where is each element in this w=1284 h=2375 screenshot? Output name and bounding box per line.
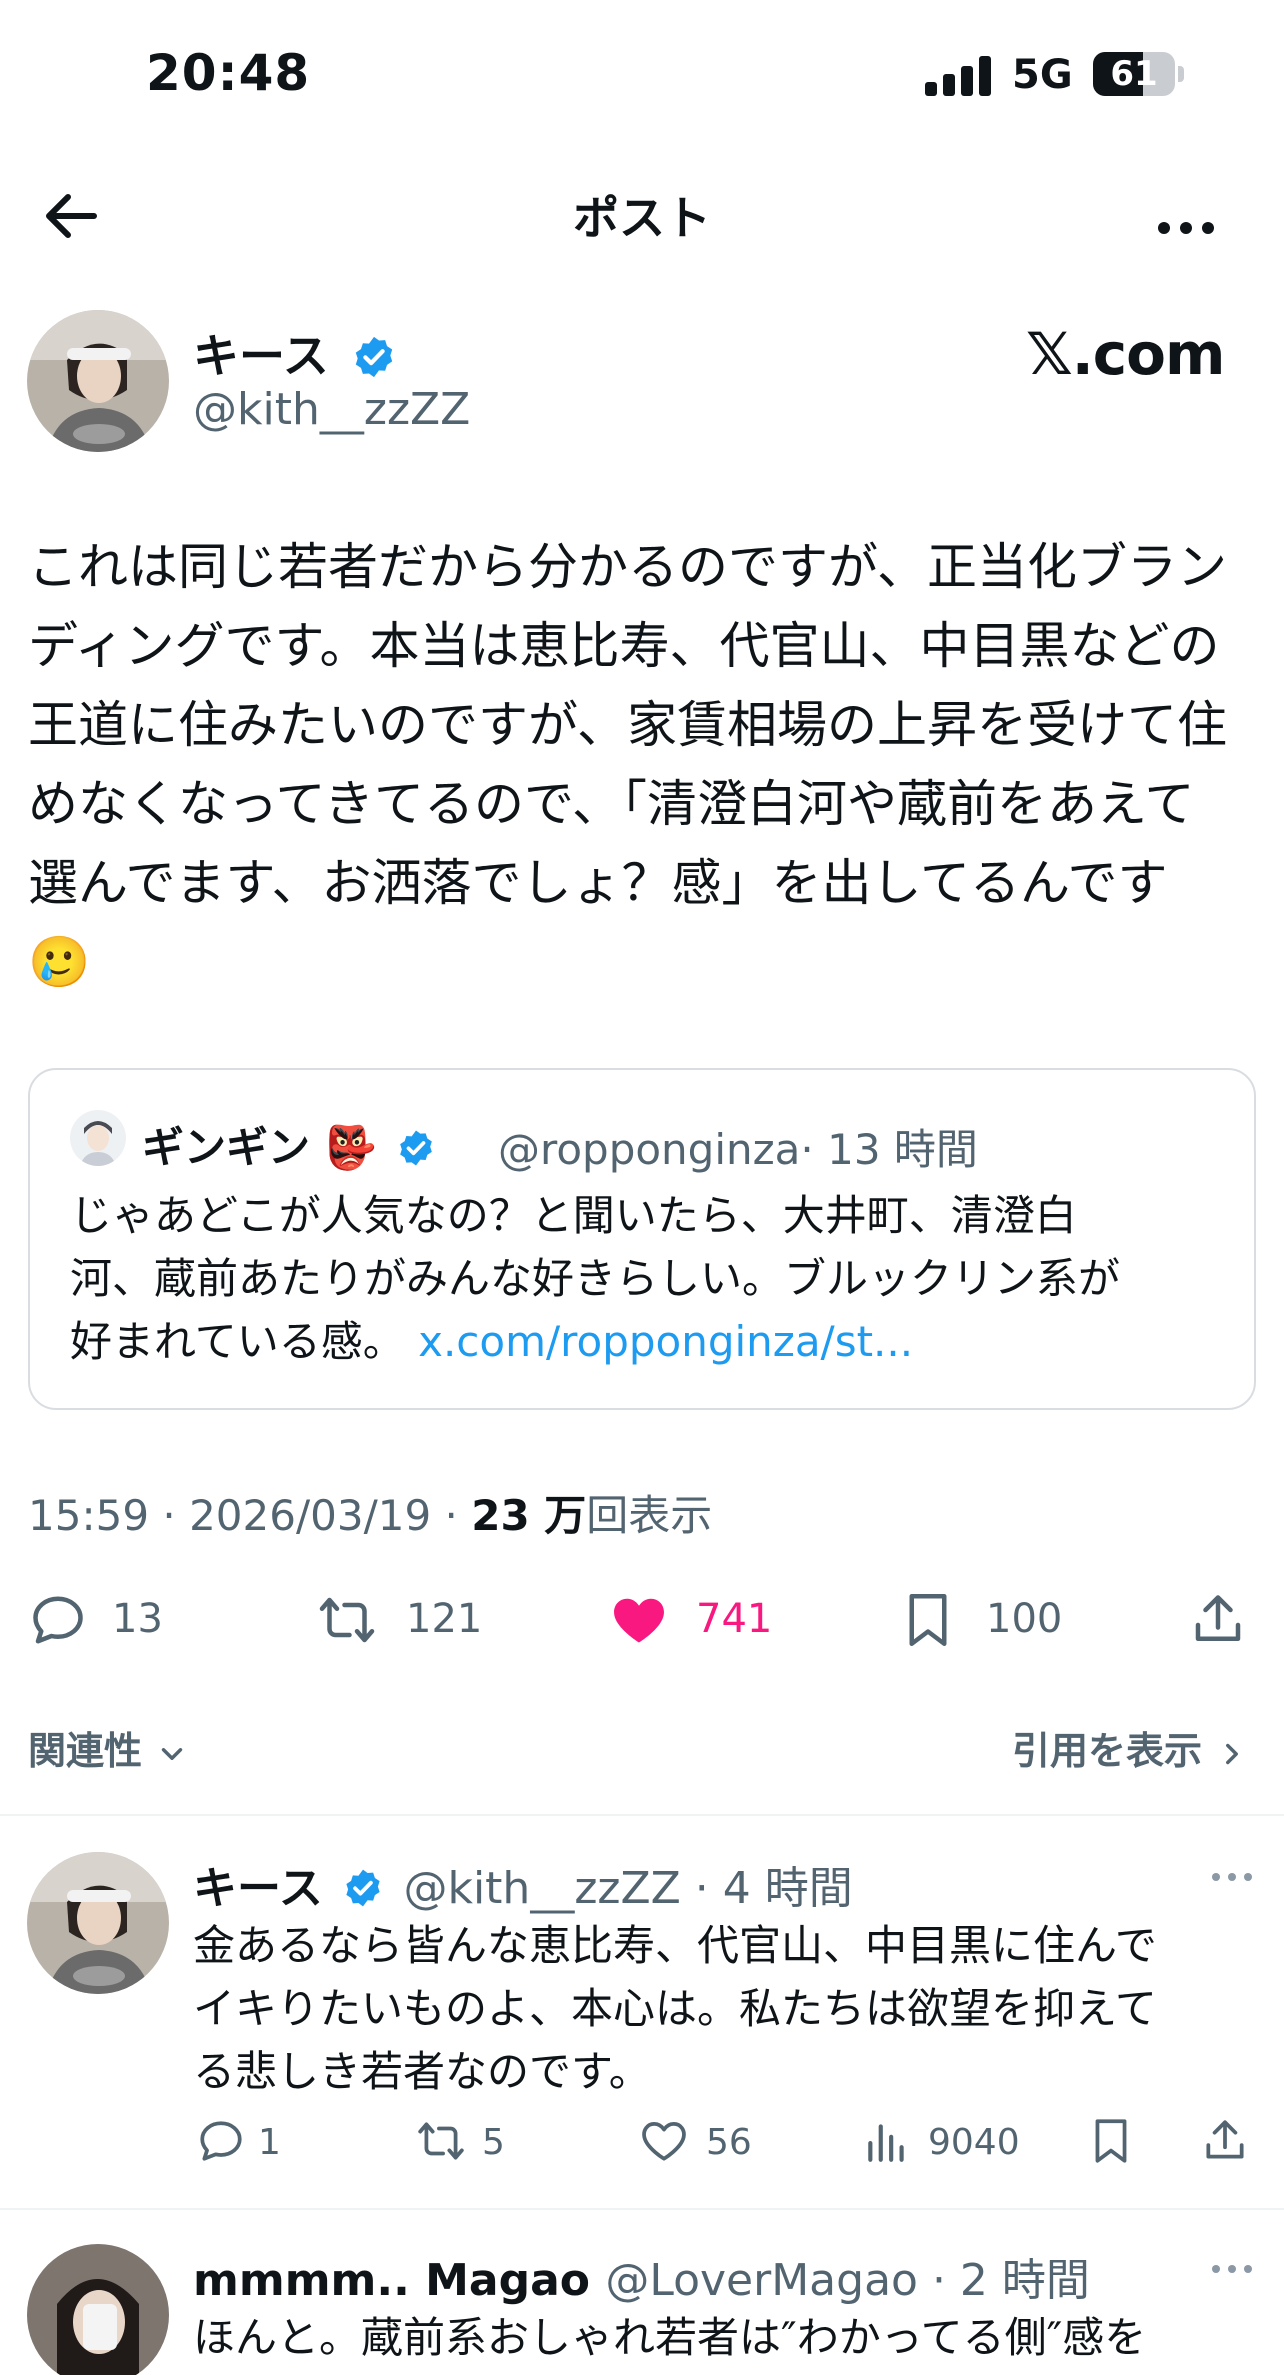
quote-author-name: ギンギン 👺 — [142, 1114, 436, 1175]
quote-handle-time: @ropponginza· 13 時間 — [498, 1125, 978, 1174]
reply-reply-button[interactable]: 1 — [196, 2116, 281, 2176]
author-avatar[interactable] — [27, 310, 169, 452]
battery-level: 61 — [1110, 54, 1158, 94]
post-meta: 15:59 · 2026/03/19 · 23 万回表示 — [28, 1491, 713, 1540]
sort-dropdown[interactable]: 関連性 — [28, 1720, 189, 1775]
reply-icon — [33, 1596, 83, 1644]
signal-icon — [925, 56, 993, 96]
network-label: 5G — [1012, 52, 1073, 98]
more-icon[interactable] — [1208, 1862, 1256, 1892]
author-handle[interactable]: @kith__zzZZ — [193, 384, 470, 435]
repost-icon — [319, 1597, 375, 1643]
post-actions: 13 121 741 100 — [0, 1580, 1284, 1660]
reply-views-button[interactable]: 9040 — [862, 2116, 1020, 2176]
reply-avatar[interactable] — [27, 1852, 169, 1994]
top-nav: ポスト — [0, 160, 1284, 260]
reply-bookmark-button[interactable] — [1086, 2116, 1136, 2176]
quoted-post[interactable]: ギンギン 👺 @ropponginza· 13 時間 じゃあどこが人気なの？と聞… — [28, 1068, 1256, 1410]
reply-text: 金あるなら皆んな恵比寿、代官山、中目黒に住んで イキりたいものよ、本心は。私たち… — [193, 1921, 1157, 2096]
x-com-logo: 𝕏.com — [1026, 320, 1225, 388]
status-time: 20:48 — [146, 44, 311, 102]
views-icon — [868, 2124, 904, 2162]
more-icon[interactable] — [1208, 2254, 1256, 2284]
reply-like-button[interactable]: 56 — [638, 2116, 752, 2176]
reply-repost-button[interactable]: 5 — [414, 2116, 505, 2176]
share-icon — [1195, 1595, 1241, 1641]
reply-item[interactable]: キース @kith__zzZZ · 4 時間 金あるなら皆んな恵比寿、代官山、中… — [0, 1852, 1284, 2182]
bookmark-icon — [909, 1594, 947, 1646]
battery-icon: 61 — [1093, 52, 1175, 96]
heart-icon — [642, 2122, 686, 2161]
chevron-down-icon — [162, 1747, 183, 1760]
author-name[interactable]: キース — [193, 320, 397, 386]
view-count: 23 万 — [471, 1491, 587, 1540]
reply-text: ほんと。蔵前系おしゃれ若者は″わかってる側″感を — [193, 2313, 1147, 2362]
view-quotes-link[interactable]: 引用を表示 — [1012, 1720, 1249, 1775]
divider — [0, 1814, 1284, 1816]
verified-badge-icon — [355, 336, 392, 377]
more-options-button[interactable] — [1150, 182, 1222, 254]
more-icon — [1158, 222, 1214, 234]
page-title: ポスト — [573, 191, 711, 245]
share-icon — [1206, 2120, 1244, 2159]
divider — [0, 2208, 1284, 2210]
heart-icon — [614, 1598, 664, 1643]
quote-link[interactable]: x.com/ropponginza/st... — [418, 1317, 913, 1366]
reply-author[interactable]: キース @kith__zzZZ · 4 時間 — [193, 1852, 853, 1916]
verified-badge-icon — [346, 1869, 380, 1907]
bookmark-icon — [1095, 2119, 1127, 2163]
post-text: これは同じ若者だから分かるのですが、正当化ブラン ディングです。本当は恵比寿、代… — [28, 538, 1227, 991]
reply-share-button[interactable] — [1200, 2116, 1250, 2176]
reply-handle: @LoverMagao · 2 時間 — [605, 2255, 1090, 2306]
verified-badge-icon — [399, 1130, 432, 1165]
status-bar: 20:48 5G 61 — [0, 0, 1284, 150]
chevron-right-icon — [1226, 1743, 1239, 1764]
reply-handle: @kith__zzZZ · 4 時間 — [403, 1863, 853, 1914]
reply-author[interactable]: mmmm.. Magao @LoverMagao · 2 時間 — [193, 2244, 1090, 2308]
quote-avatar — [70, 1110, 126, 1166]
repost-icon — [418, 2122, 464, 2160]
reply-avatar[interactable] — [27, 2244, 169, 2375]
quote-text: じゃあどこが人気なの？と聞いたら、大井町、清澄白 河、蔵前あたりがみんな好きらし… — [70, 1191, 1121, 1366]
battery-tip — [1178, 66, 1184, 82]
reply-icon — [200, 2121, 242, 2161]
reply-item[interactable]: mmmm.. Magao @LoverMagao · 2 時間 ほんと。蔵前系お… — [0, 2244, 1284, 2375]
